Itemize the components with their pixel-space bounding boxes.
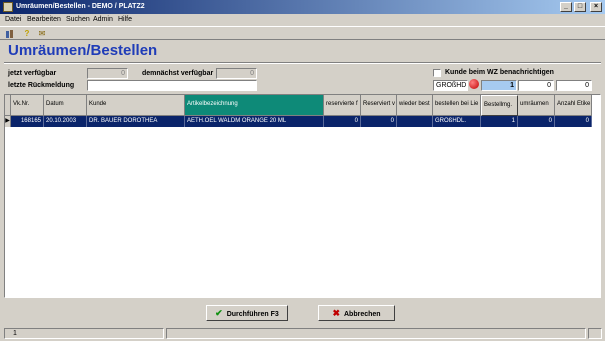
cell-wieder-best <box>397 116 433 127</box>
cell-bestellen-bei: GROßHDL. <box>433 116 481 127</box>
cell-bestellmg: 1 <box>481 116 518 127</box>
column-header-bestellmg[interactable]: Bestellmg. <box>481 95 518 116</box>
table-row[interactable]: 168165 20.10.2003 DR. BAUER DOROTHEA AET… <box>11 116 592 127</box>
menu-hilfe[interactable]: Hilfe <box>118 16 132 23</box>
column-header-kunde[interactable]: Kunde <box>87 95 185 116</box>
menu-datei[interactable]: Datei <box>5 16 21 23</box>
status-bar: 1 <box>0 327 605 341</box>
tools-icon[interactable] <box>5 29 15 39</box>
menu-bearbeiten[interactable]: Bearbeiten <box>27 16 61 23</box>
help-icon[interactable]: ? <box>22 29 32 39</box>
mail-icon[interactable]: ✉ <box>37 29 47 39</box>
column-header-anzahl-etiketten[interactable]: Anzahl Etike <box>555 95 592 116</box>
status-pane-2 <box>166 328 586 339</box>
menu-suchen[interactable]: Suchen <box>66 16 90 23</box>
column-header-datum[interactable]: Datum <box>44 95 87 116</box>
cell-artikelbezeichnung: AETH.OEL WALDM ORANGE 20 ML <box>185 116 324 127</box>
column-header-reserviert-v[interactable]: Reserviert v <box>361 95 397 116</box>
column-header-bestellen-bei[interactable]: bestellen bei Lie <box>433 95 481 116</box>
minimize-button[interactable]: _ <box>560 2 572 12</box>
durchfuehren-label: Durchführen F3 <box>226 311 279 318</box>
letzte-rueckmeldung-field[interactable] <box>87 80 257 91</box>
column-header-umraeumen[interactable]: umräumen <box>518 95 555 116</box>
cell-anzahl-etiketten: 0 <box>555 116 592 127</box>
letzte-rueckmeldung-label: letzte Rückmeldung <box>8 82 75 89</box>
jetzt-verfuegbar-field: 0 <box>87 68 128 79</box>
demnaechst-verfuegbar-field: 0 <box>216 68 257 79</box>
maximize-button[interactable]: □ <box>574 2 586 12</box>
column-header-reservierte[interactable]: reservierte f <box>324 95 361 116</box>
durchfuehren-button[interactable]: ✔ Durchführen F3 <box>206 305 288 321</box>
cell-kunde: DR. BAUER DOROTHEA <box>87 116 185 127</box>
app-icon <box>3 2 13 12</box>
cancel-icon: ✖ <box>332 308 340 318</box>
column-header-wieder-best[interactable]: wieder best <box>397 95 433 116</box>
title-bar: Umräumen/Bestellen - DEMO / PLATZ2 _ □ × <box>0 0 605 14</box>
status-pane-1: 1 <box>4 328 164 339</box>
demnaechst-verfuegbar-label: demnächst verfügbar <box>142 70 214 77</box>
quantity-field[interactable]: 1 <box>481 80 517 91</box>
check-icon: ✔ <box>215 308 223 318</box>
kunde-benachrichtigen-label: Kunde beim WZ benachrichtigen <box>445 69 554 76</box>
cell-vknr: 168165 <box>11 116 44 127</box>
anzahl-etiketten-field[interactable]: 0 <box>556 80 592 91</box>
supplier-lookup-icon[interactable] <box>469 79 479 89</box>
abbrechen-button[interactable]: ✖ Abbrechen <box>318 305 395 321</box>
kunde-benachrichtigen-checkbox[interactable] <box>433 69 441 77</box>
menu-admin[interactable]: Admin <box>93 16 113 23</box>
orders-grid[interactable]: Vk.Nr. Datum Kunde Artikelbezeichnung re… <box>4 94 601 298</box>
window-title: Umräumen/Bestellen - DEMO / PLATZ2 <box>16 3 145 10</box>
page-title: Umräumen/Bestellen <box>8 42 158 59</box>
supplier-code-field[interactable]: GROßHD <box>433 80 468 91</box>
column-header-vknr[interactable]: Vk.Nr. <box>11 95 44 116</box>
menu-bar: Datei Bearbeiten Suchen Admin Hilfe <box>0 14 605 25</box>
cell-datum: 20.10.2003 <box>44 116 87 127</box>
umraeumen-field[interactable]: 0 <box>518 80 554 91</box>
cell-reservierte: 0 <box>324 116 361 127</box>
heading-divider <box>4 62 601 64</box>
jetzt-verfuegbar-label: jetzt verfügbar <box>8 70 57 77</box>
cell-reserviert-v: 0 <box>361 116 397 127</box>
toolbar: ? ✉ <box>0 26 605 40</box>
resize-grip-icon[interactable] <box>588 328 602 339</box>
close-button[interactable]: × <box>590 2 602 12</box>
abbrechen-label: Abbrechen <box>343 311 381 318</box>
column-header-artikelbezeichnung[interactable]: Artikelbezeichnung <box>185 95 324 116</box>
cell-umraeumen: 0 <box>518 116 555 127</box>
